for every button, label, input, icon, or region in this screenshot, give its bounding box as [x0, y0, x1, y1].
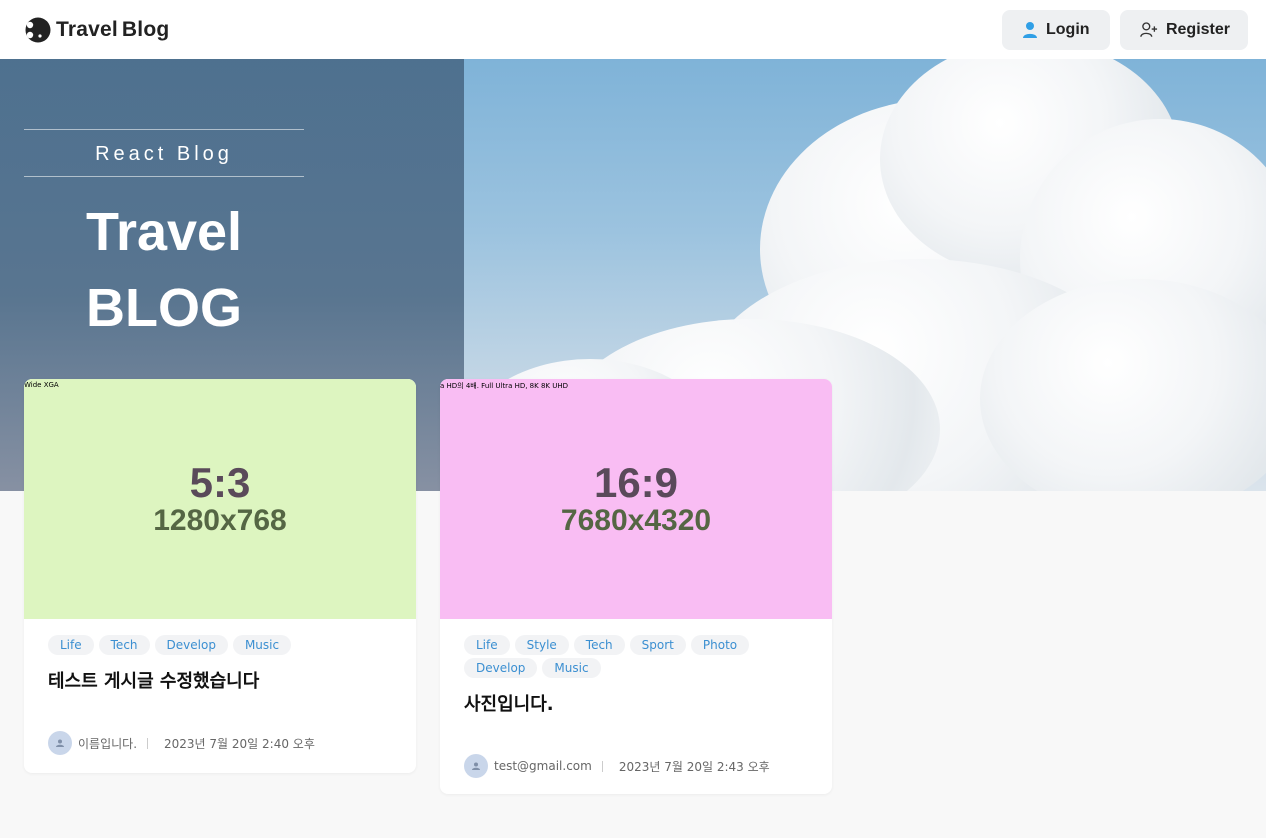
- thumbnail-ratio: 16:9: [593, 459, 679, 506]
- tag-chip[interactable]: Style: [514, 635, 569, 655]
- user-avatar-icon: [56, 739, 64, 747]
- hero-title-line2: BLOG: [86, 278, 242, 338]
- thumbnail-caption: Wide XGA: [24, 381, 59, 389]
- top-navbar: Travel Blog Login Register: [0, 0, 1266, 59]
- avatar: [464, 754, 488, 778]
- register-label: Register: [1165, 20, 1230, 38]
- post-title[interactable]: 사진입니다.: [464, 690, 808, 716]
- post-thumbnail[interactable]: a HD의 4배. Full Ultra HD, 8K 8K UHD 16:9 …: [440, 379, 832, 619]
- post-meta: test@gmail.com 2023년 7월 20일 2:43 오후: [464, 754, 808, 778]
- post-body: Life Style Tech Sport Photo Develop Musi…: [440, 619, 832, 778]
- login-label: Login: [1046, 20, 1090, 38]
- post-author: test@gmail.com: [494, 759, 592, 773]
- post-author: 이름입니다.: [78, 736, 138, 751]
- logo-word-travel: Travel: [56, 17, 118, 41]
- tag-chip[interactable]: Music: [232, 635, 292, 655]
- post-date: 2023년 7월 20일 2:43 오후: [618, 759, 770, 774]
- register-button[interactable]: Register: [1120, 9, 1248, 50]
- post-card[interactable]: a HD의 4배. Full Ultra HD, 8K 8K UHD 16:9 …: [440, 379, 832, 794]
- post-title[interactable]: 테스트 게시글 수정했습니다: [48, 667, 392, 693]
- meta-divider: [601, 760, 603, 772]
- logo-icon: [25, 17, 51, 42]
- post-card[interactable]: Wide XGA 5:3 1280x768 Life Tech Develop …: [24, 379, 416, 773]
- site-logo[interactable]: Travel Blog: [24, 16, 169, 44]
- thumbnail-caption: a HD의 4배. Full Ultra HD, 8K 8K UHD: [440, 382, 568, 390]
- user-icon: [1023, 21, 1037, 38]
- avatar: [48, 731, 72, 755]
- hero-divider-top: [24, 129, 304, 130]
- meta-divider: [147, 737, 149, 749]
- thumbnail-resolution: 7680x4320: [560, 504, 712, 537]
- hero-divider-bottom: [24, 176, 304, 177]
- hero-subtitle: React Blog: [95, 143, 233, 165]
- tag-chip[interactable]: Life: [464, 635, 510, 655]
- post-meta: 이름입니다. 2023년 7월 20일 2:40 오후: [48, 731, 392, 755]
- post-body: Life Tech Develop Music 테스트 게시글 수정했습니다 이…: [24, 619, 416, 755]
- tag-chip[interactable]: Music: [542, 658, 601, 678]
- tag-list: Life Style Tech Sport Photo Develop Musi…: [464, 635, 808, 678]
- tag-chip[interactable]: Develop: [464, 658, 538, 678]
- tag-chip[interactable]: Tech: [98, 635, 150, 655]
- tag-chip[interactable]: Sport: [629, 635, 686, 655]
- tag-list: Life Tech Develop Music: [48, 635, 392, 655]
- tag-chip[interactable]: Life: [48, 635, 94, 655]
- tag-chip[interactable]: Tech: [573, 635, 625, 655]
- login-button[interactable]: Login: [1002, 9, 1110, 50]
- thumbnail-resolution: 1280x768: [153, 504, 287, 537]
- hero-title-line1: Travel: [85, 202, 243, 262]
- auth-buttons: Login Register: [1002, 9, 1248, 50]
- tag-chip[interactable]: Photo: [690, 635, 750, 655]
- logo-text: Travel Blog: [56, 18, 169, 42]
- post-date: 2023년 7월 20일 2:40 오후: [164, 736, 315, 751]
- logo-word-blog: Blog: [121, 17, 170, 41]
- post-thumbnail[interactable]: Wide XGA 5:3 1280x768: [24, 379, 416, 619]
- tag-chip[interactable]: Develop: [154, 635, 228, 655]
- thumbnail-ratio: 5:3: [189, 459, 251, 506]
- user-plus-icon: [1140, 21, 1158, 37]
- user-avatar-icon: [472, 762, 480, 770]
